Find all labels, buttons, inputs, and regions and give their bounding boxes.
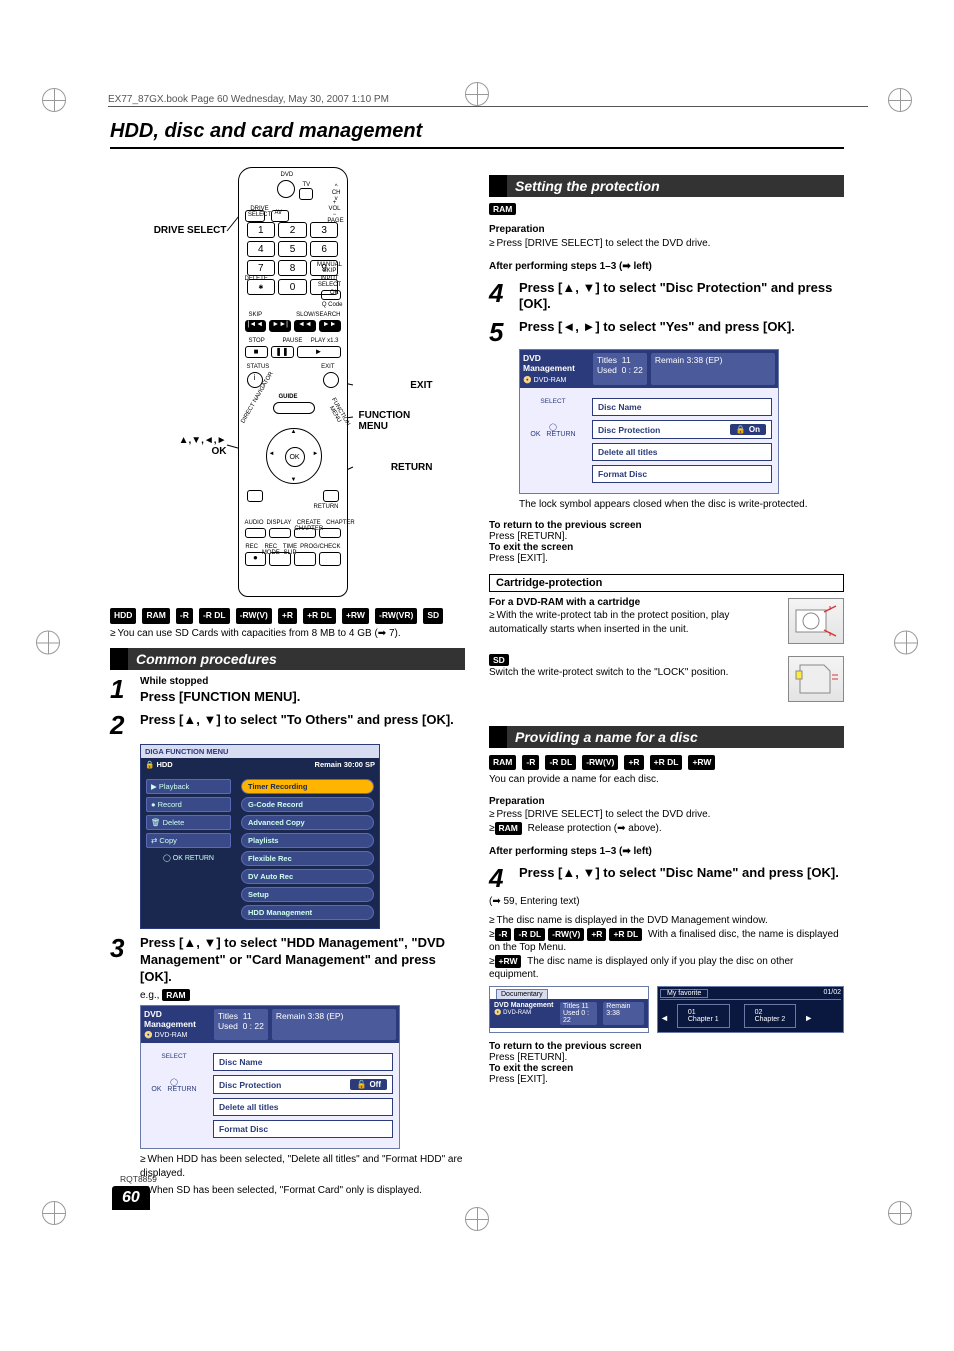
- name-exit-h: To exit the screen: [489, 1063, 573, 1074]
- naming-prep2: Release protection (➡ above).: [528, 823, 662, 834]
- remote-num-8: 8: [278, 260, 307, 276]
- cartridge-protection-heading: Cartridge-protection: [489, 574, 844, 592]
- remote-num-5: 5: [278, 241, 307, 257]
- name-return-h: To return to the previous screen: [489, 1041, 642, 1052]
- cartridge-image: [788, 598, 844, 644]
- dvd-management-figure-on: DVD Management 📀 DVD-RAM Titles 11Used 0…: [519, 349, 779, 494]
- disc-protection-off: 🔓 Off: [350, 1079, 387, 1090]
- sd-card-image: [788, 656, 844, 702]
- step-1-title: Press [FUNCTION MENU].: [140, 689, 465, 706]
- sd-capacity-note: You can use SD Cards with capacities fro…: [110, 627, 465, 641]
- remote-num-0: 0: [278, 279, 307, 295]
- step-1-number: 1: [110, 676, 132, 706]
- protection-step5: Press [◄, ►] to select "Yes" and press […: [519, 319, 844, 336]
- protection-step5-num: 5: [489, 319, 511, 345]
- name-return-t: Press [RETURN].: [489, 1052, 567, 1063]
- protection-after: After performing steps 1–3 (➡ left): [489, 260, 844, 274]
- remote-num-1: 1: [247, 222, 276, 238]
- section-common-procedures: Common procedures: [110, 648, 465, 670]
- step-3-eg: e.g.,: [140, 990, 159, 1001]
- page-number: 60: [112, 1186, 150, 1210]
- step-3-number: 3: [110, 935, 132, 1001]
- protection-step4-num: 4: [489, 280, 511, 314]
- remote-num-3: 3: [310, 222, 339, 238]
- naming-bul3: The disc name is displayed only if you p…: [489, 956, 793, 981]
- remote-nav-circle: ▲ ▼ ◄ ► OK: [266, 428, 322, 484]
- naming-intro: You can provide a name for each disc.: [489, 773, 844, 787]
- step-2-number: 2: [110, 712, 132, 738]
- protection-prep: Press [DRIVE SELECT] to select the DVD d…: [489, 237, 844, 251]
- step3-note-sd: When SD has been selected, "Format Card"…: [140, 1184, 465, 1198]
- name-exit-t: Press [EXIT].: [489, 1074, 548, 1085]
- prot-return-t: Press [RETURN].: [489, 531, 567, 542]
- remote-num-4: 4: [247, 241, 276, 257]
- step-2-title: Press [▲, ▼] to select "To Others" and p…: [140, 712, 465, 729]
- function-menu-figure: DIGA FUNCTION MENU 🔒 HDD Remain 30:00 SP…: [140, 744, 380, 929]
- lock-note: The lock symbol appears closed when the …: [519, 498, 844, 512]
- naming-step4: Press [▲, ▼] to select "Disc Name" and p…: [519, 865, 844, 882]
- remote-figure: DRIVE SELECT EXIT FUNCTION MENU RETURN ▲…: [143, 167, 433, 597]
- sd-badge: SD: [489, 654, 509, 666]
- step-3-title: Press [▲, ▼] to select "HDD Management",…: [140, 935, 465, 986]
- section-setting-protection: Setting the protection: [489, 175, 844, 197]
- protection-prep-h: Preparation: [489, 224, 545, 235]
- disc-protection-on: 🔒 On: [730, 424, 766, 435]
- prot-exit-t: Press [EXIT].: [489, 553, 548, 564]
- dvd-management-figure-off: DVD Management 📀 DVD-RAM Titles 11Used 0…: [140, 1005, 400, 1150]
- naming-after: After performing steps 1–3 (➡ left): [489, 845, 844, 859]
- doc-code: RQT8859: [120, 1174, 157, 1184]
- step-1-sub: While stopped: [140, 676, 465, 687]
- naming-bul1: The disc name is displayed in the DVD Ma…: [489, 914, 844, 928]
- prot-exit-h: To exit the screen: [489, 542, 573, 553]
- remote-num-6: 6: [310, 241, 339, 257]
- page-title: HDD, disc and card management: [110, 120, 844, 149]
- section-providing-name: Providing a name for a disc: [489, 726, 844, 748]
- remote-dvd-label: DVD: [281, 172, 294, 178]
- naming-badges: RAM -R -R DL -RW(V) +R +R DL +RW: [489, 754, 844, 772]
- cart-h: For a DVD-RAM with a cartridge: [489, 597, 640, 608]
- step3-note-hdd: When HDD has been selected, "Delete all …: [140, 1153, 465, 1180]
- remote-num-7: 7: [247, 260, 276, 276]
- naming-prep1: Press [DRIVE SELECT] to select the DVD d…: [489, 808, 844, 822]
- remote-ok-circle: OK: [285, 447, 305, 467]
- protection-step4: Press [▲, ▼] to select "Disc Protection"…: [519, 280, 844, 314]
- prot-return-h: To return to the previous screen: [489, 520, 642, 531]
- entering-text-ref: (➡ 59, Entering text): [489, 895, 844, 909]
- naming-step4-num: 4: [489, 865, 511, 891]
- formats-row: HDD RAM -R -R DL -RW(V) +R +R DL +RW -RW…: [110, 607, 465, 625]
- remote-num-2: 2: [278, 222, 307, 238]
- protection-badge-ram: RAM: [489, 203, 516, 215]
- top-menu-figure: Documentary DVD Management 📀 DVD-RAM Tit…: [489, 986, 844, 1033]
